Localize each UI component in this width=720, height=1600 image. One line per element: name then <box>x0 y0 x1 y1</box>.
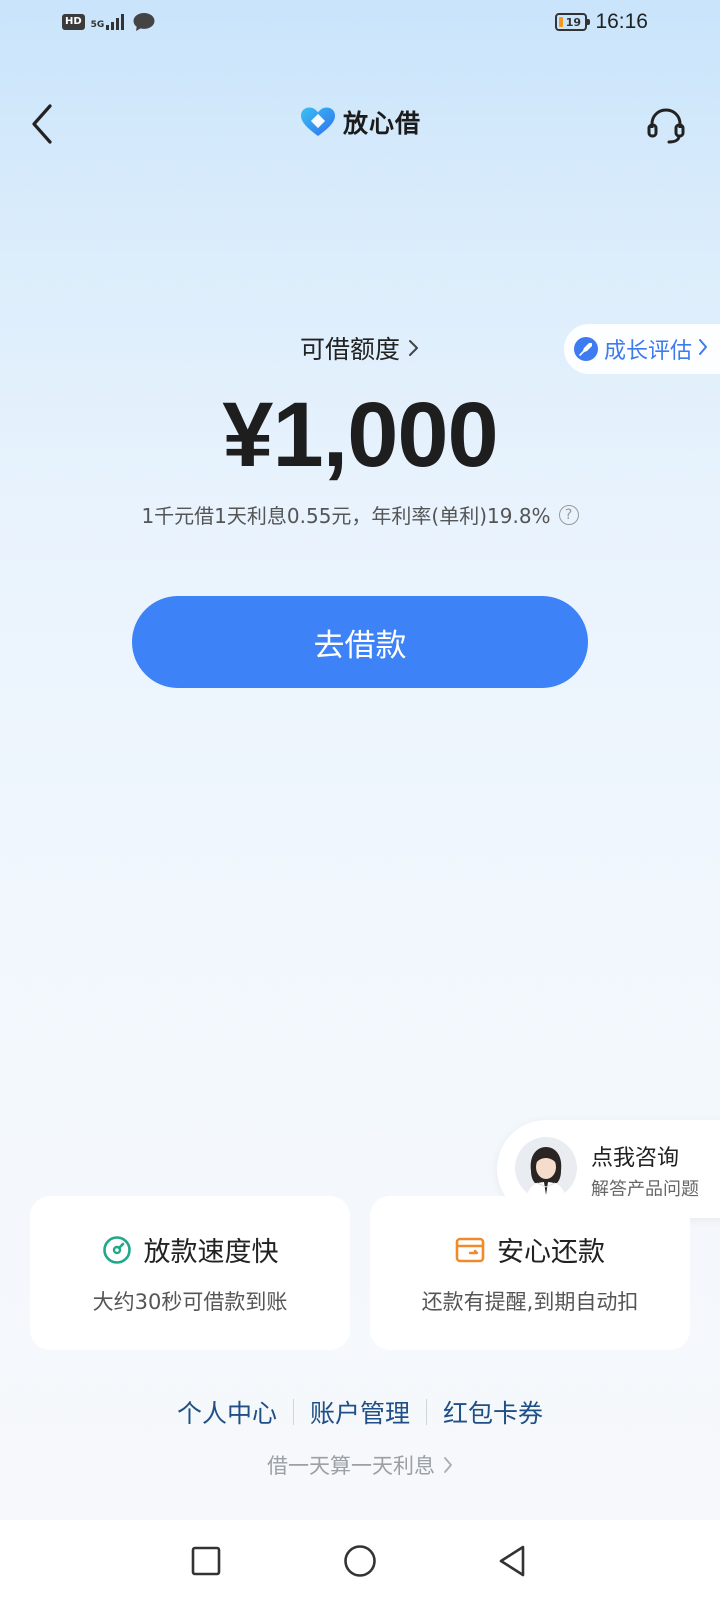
triangle-back-icon <box>499 1545 525 1577</box>
status-left: HD 5G <box>62 12 156 32</box>
square-icon <box>191 1546 221 1576</box>
brand-header: 放心借 <box>0 104 720 140</box>
link-personal-center[interactable]: 个人中心 <box>161 1394 293 1430</box>
wallet-icon <box>455 1237 485 1262</box>
signal-icon: 5G <box>91 14 127 30</box>
rate-text: 1千元借1天利息0.55元，年利率(单利)19.8% <box>141 504 551 528</box>
clock: 16:16 <box>595 10 648 33</box>
back-nav-button[interactable] <box>489 1538 535 1584</box>
system-navigation-bar <box>0 1520 720 1600</box>
battery-icon: 19 <box>555 13 591 31</box>
network-type: 5G <box>90 20 105 30</box>
brand-name: 放心借 <box>342 109 421 138</box>
recent-apps-button[interactable] <box>183 1538 229 1584</box>
rate-info: 1千元借1天利息0.55元，年利率(单利)19.8% ? <box>0 500 720 529</box>
interest-note: 借一天算一天利息 <box>267 1454 435 1478</box>
customer-service-button[interactable] <box>644 104 688 148</box>
feature-title: 安心还款 <box>497 1237 605 1268</box>
feature-card-head: 放款速度快 <box>30 1230 350 1269</box>
battery-level: 19 <box>565 15 582 29</box>
feature-card-repay: 安心还款 还款有提醒,到期自动扣 <box>370 1196 690 1350</box>
feature-card-fast: 放款速度快 大约30秒可借款到账 <box>30 1196 350 1350</box>
link-account-management[interactable]: 账户管理 <box>294 1394 426 1430</box>
link-coupons[interactable]: 红包卡券 <box>427 1394 559 1430</box>
help-icon[interactable]: ? <box>558 504 579 525</box>
credit-amount: ¥1,000 <box>222 384 498 486</box>
status-right: 19 16:16 <box>555 10 648 34</box>
brand-logo-icon <box>300 107 335 136</box>
interest-note-link[interactable]: 借一天算一天利息 <box>0 1450 720 1480</box>
bottom-links: 个人中心 账户管理 红包卡券 <box>0 1394 720 1430</box>
borrow-button[interactable]: 去借款 <box>132 596 588 688</box>
feature-title: 放款速度快 <box>143 1237 279 1268</box>
speedometer-icon <box>102 1235 131 1264</box>
chevron-right-icon <box>444 1457 452 1473</box>
message-icon <box>133 13 155 31</box>
limit-title: 可借额度 <box>299 335 400 364</box>
feature-card-head: 安心还款 <box>370 1230 690 1269</box>
agent-avatar <box>515 1137 577 1199</box>
signal-bars-icon <box>106 14 125 30</box>
feature-desc: 还款有提醒,到期自动扣 <box>421 1290 639 1314</box>
headset-icon <box>647 108 685 144</box>
chevron-right-icon <box>409 340 418 356</box>
hd-badge: HD <box>62 14 85 30</box>
consult-title: 点我咨询 <box>591 1146 680 1171</box>
borrow-button-label: 去借款 <box>313 627 407 664</box>
feature-desc: 大约30秒可借款到账 <box>92 1290 288 1314</box>
home-button[interactable] <box>337 1538 383 1584</box>
limit-title-link[interactable]: 可借额度 <box>0 330 720 366</box>
status-bar: HD 5G 19 16:16 <box>0 0 720 48</box>
circle-icon <box>344 1545 376 1577</box>
